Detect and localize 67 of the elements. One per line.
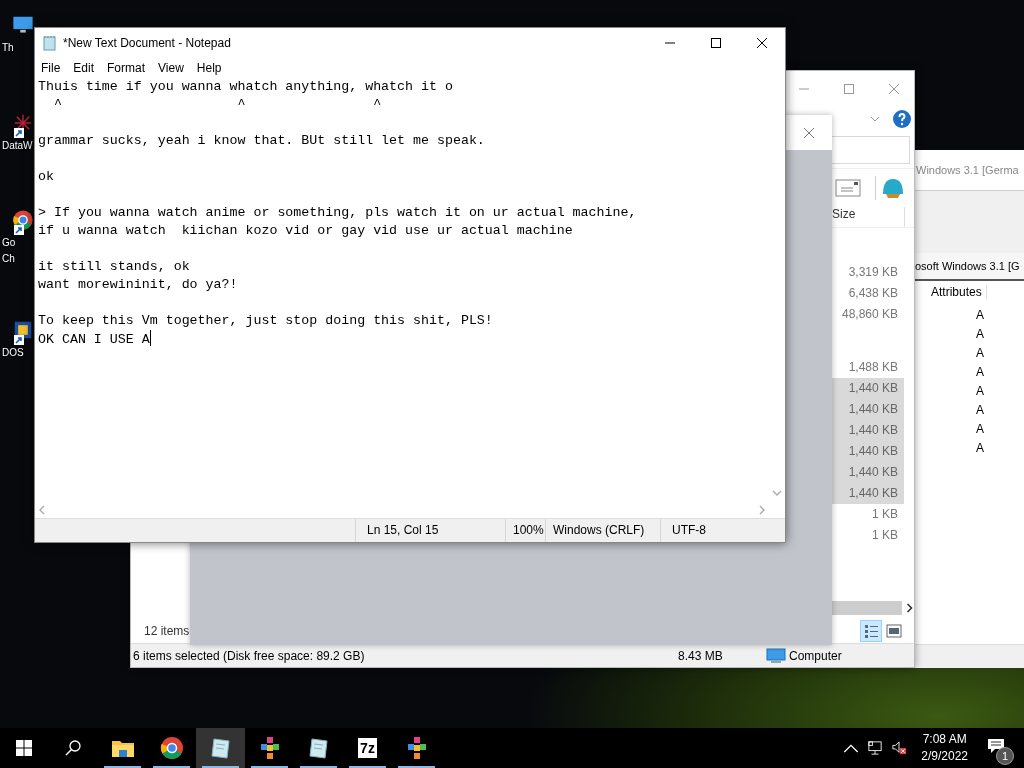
- encoding: UTF-8: [660, 519, 785, 542]
- details-view-icon[interactable]: [861, 620, 881, 641]
- table-cell-text: A: [975, 345, 985, 362]
- table-cell-text: A: [975, 421, 985, 438]
- notification-count-badge: 1: [996, 747, 1014, 765]
- zoom-level: 100%: [505, 519, 545, 542]
- file-size-cell[interactable]: 1 KB: [832, 504, 904, 525]
- file-size-cell[interactable]: 1,440 KB: [832, 378, 904, 399]
- notepad-icon: [42, 34, 58, 51]
- notepad-icon: [306, 736, 331, 760]
- computer-icon: [766, 647, 786, 664]
- table-cell-text: A: [975, 383, 985, 400]
- desktop-icon-label[interactable]: DataW: [0, 138, 33, 154]
- start-icon[interactable]: [16, 740, 32, 756]
- file-size-cell[interactable]: 1 KB: [832, 525, 904, 546]
- desktop-icon-label[interactable]: Th: [0, 40, 14, 56]
- zone-label: Computer: [789, 648, 842, 663]
- file-size-cell[interactable]: 1,440 KB: [832, 441, 904, 462]
- window-title: Windows 3.1 [Germa: [916, 164, 1019, 176]
- clock-date[interactable]: 2/9/2022: [921, 748, 968, 765]
- file-size-cell[interactable]: 6,438 KB: [832, 283, 904, 304]
- archive-app-logo: 7z: [358, 738, 377, 758]
- search-icon[interactable]: [65, 740, 81, 756]
- menu-item[interactable]: Help: [196, 60, 222, 75]
- chevron-down-icon[interactable]: [870, 115, 880, 122]
- cursor-position: Ln 15, Col 15: [355, 519, 505, 542]
- card-icon[interactable]: [835, 179, 861, 197]
- table-cell-text: A: [975, 364, 985, 381]
- help-icon[interactable]: [892, 108, 912, 129]
- file-size-cell[interactable]: 1,440 KB: [832, 420, 904, 441]
- selection-size: 8.43 MB: [678, 648, 724, 663]
- table-cell-text: A: [975, 440, 985, 457]
- menu-item[interactable]: Format: [107, 60, 146, 75]
- scroll-right-icon[interactable]: [906, 603, 913, 613]
- file-size-cell[interactable]: 48,860 KB: [832, 304, 904, 325]
- table-cell-text: A: [975, 402, 985, 419]
- desktop-icon-label[interactable]: DOS: [0, 345, 24, 361]
- desktop-icon-label[interactable]: Go: [0, 235, 16, 251]
- file-size-cell[interactable]: 1,488 KB: [832, 357, 904, 378]
- item-count: 12 items: [144, 623, 190, 638]
- network-icon[interactable]: [867, 741, 884, 755]
- clock-time[interactable]: 7:08 AM: [922, 731, 967, 748]
- notepad-icon: [208, 736, 233, 760]
- maximize-icon[interactable]: [710, 36, 722, 49]
- shell-icon[interactable]: [875, 176, 906, 200]
- file-size-cell[interactable]: 1,440 KB: [832, 399, 904, 420]
- table-cell-text: A: [975, 326, 985, 343]
- line-ending: Windows (CRLF): [545, 519, 660, 542]
- desktop-icon-label[interactable]: Ch: [0, 251, 15, 267]
- browser-icon: [159, 736, 184, 760]
- status-text: 6 items selected (Disk free space: 89.2 GB): [133, 648, 366, 663]
- taskbar-button[interactable]: [196, 728, 245, 768]
- close-icon[interactable]: [756, 36, 768, 49]
- menu-item[interactable]: Edit: [73, 60, 95, 75]
- speaker-icon[interactable]: [891, 741, 908, 755]
- scrollbar-thumb[interactable]: [832, 601, 902, 615]
- menu-item[interactable]: File: [41, 60, 61, 75]
- window-title: *New Text Document - Notepad: [63, 35, 231, 50]
- path-text: osoft Windows 3.1 [G: [915, 260, 1020, 272]
- file-size-cell[interactable]: 3,319 KB: [832, 262, 904, 283]
- column-header[interactable]: Attributes: [931, 285, 987, 299]
- document-text[interactable]: Thuis time if you wanna whatch anything, whatch it o ^ ^ ^ grammar sucks, yeah i know that. BUt still let me speak. ok > If you wanna watch anime or something, pls watch it on ur actual machine, if u wanna watch kiichan kozo vid or gay vid use ur actual machine it still stands, ok want morewininit, do ya?! To keep this Vm together, just stop doing this shit, PLS! OK CAN I USE A: [35, 78, 768, 501]
- taskbar-button[interactable]: 7z: [343, 728, 392, 768]
- file-size-cell[interactable]: 1,440 KB: [832, 462, 904, 483]
- file-size-cell[interactable]: 1,440 KB: [832, 483, 904, 504]
- menu-item[interactable]: View: [158, 60, 184, 75]
- table-cell-text: A: [975, 307, 985, 324]
